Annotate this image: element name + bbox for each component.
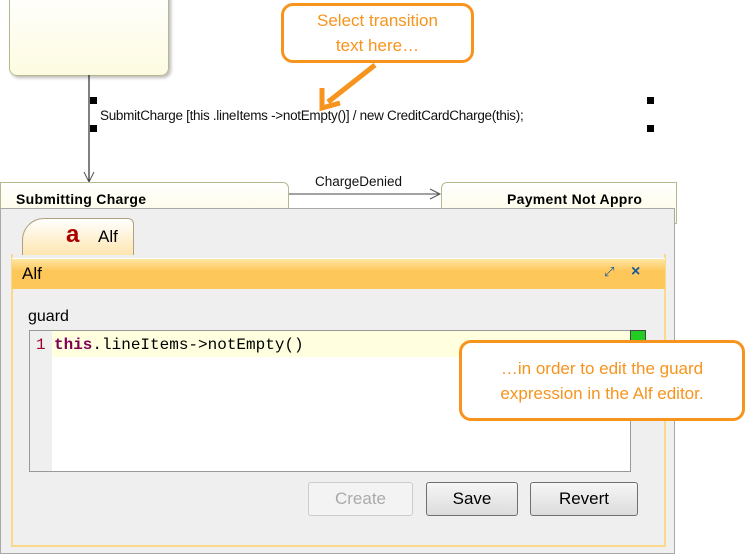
- callout-text: text here…: [335, 36, 420, 55]
- view-header: Alf ⤢ ×: [12, 258, 665, 289]
- view-title: Alf: [22, 264, 42, 283]
- selection-handle[interactable]: [90, 97, 97, 104]
- alf-logo-icon: a: [66, 221, 80, 248]
- state-name: Payment Not Appro: [507, 191, 643, 207]
- selection-handle[interactable]: [90, 125, 97, 132]
- revert-button[interactable]: Revert: [530, 482, 638, 516]
- line-number: 1: [36, 336, 46, 354]
- code-text: .lineItems->notEmpty(): [92, 336, 304, 354]
- callout-text: …in order to edit the guard: [500, 358, 704, 378]
- transition-label[interactable]: SubmitCharge [this .lineItems ->notEmpty…: [100, 108, 524, 123]
- code-line: this.lineItems->notEmpty(): [54, 336, 304, 354]
- callout-edit-guard: …in order to edit the guard expression i…: [459, 340, 745, 421]
- tab-label: Alf: [98, 227, 118, 246]
- callout-select-transition: Select transition text here…: [281, 3, 474, 63]
- create-button[interactable]: Create: [308, 482, 413, 516]
- save-button[interactable]: Save: [426, 482, 518, 516]
- callout-arrow: [326, 63, 377, 104]
- tab-alf[interactable]: a Alf: [22, 218, 134, 255]
- charge-denied-label[interactable]: ChargeDenied: [315, 174, 402, 189]
- code-keyword: this: [54, 336, 93, 354]
- guard-label: guard: [28, 308, 69, 325]
- state-name: Submitting Charge: [16, 191, 147, 207]
- callout-text: Select transition: [317, 11, 438, 30]
- selection-handle[interactable]: [647, 125, 654, 132]
- close-icon[interactable]: ×: [631, 263, 640, 281]
- selection-handle[interactable]: [647, 97, 654, 104]
- maximize-icon[interactable]: ⤢: [604, 264, 614, 280]
- callout-text: expression in the Alf editor.: [500, 383, 704, 403]
